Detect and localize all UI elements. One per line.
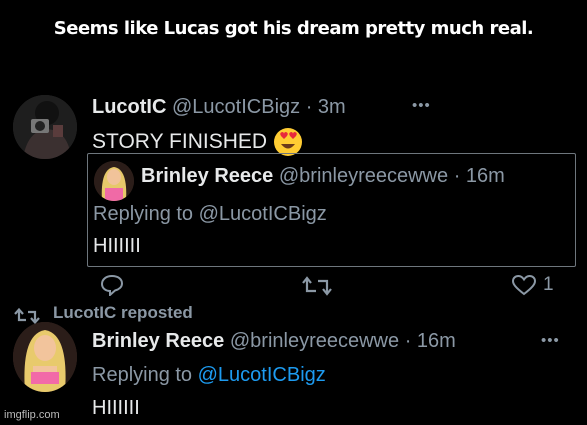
brinley-avatar[interactable] [13, 322, 77, 392]
meme-caption: Seems like Lucas got his dream pretty mu… [53, 18, 534, 39]
repost-author-name[interactable]: Brinley Reece [92, 330, 224, 352]
brinley-avatar-small [94, 161, 134, 201]
lucotic-avatar[interactable] [13, 95, 77, 159]
quoted-reply-handle: @LucotICBigz [198, 203, 327, 225]
quoted-header: Brinley Reece @brinleyreecewwe · 16m [141, 165, 505, 188]
quoted-reply-line: Replying to @LucotICBigz [93, 203, 327, 226]
like-icon[interactable] [511, 274, 537, 301]
repost-reply-prefix: Replying to [92, 364, 193, 386]
post-text: STORY FINISHED [92, 130, 268, 153]
like-count: 1 [543, 274, 554, 295]
author-handle[interactable]: @LucotICBigz [172, 96, 300, 118]
repost-icon[interactable] [302, 275, 332, 302]
post-header: LucotIC @LucotICBigz · 3m [92, 96, 346, 119]
author-name[interactable]: LucotIC [92, 96, 166, 118]
post-time[interactable]: · 3m [306, 96, 346, 118]
repost-text: HIIIIII [92, 397, 140, 419]
repost-reply-line: Replying to @LucotICBigz [92, 364, 326, 387]
quoted-reply-prefix: Replying to [93, 203, 194, 225]
quoted-author-handle: @brinleyreecewwe [278, 165, 449, 187]
repost-header: Brinley Reece @brinleyreecewwe · 16m [92, 330, 456, 353]
quoted-author-name: Brinley Reece [141, 165, 274, 187]
more-options-button[interactable]: ••• [412, 97, 431, 114]
quoted-time: · 16m [453, 165, 505, 187]
reply-icon[interactable] [100, 274, 124, 301]
repost-reply-handle-link[interactable]: @LucotICBigz [198, 364, 326, 386]
reposted-label[interactable]: LucotIC reposted [53, 303, 193, 323]
repost-time[interactable]: · 16m [405, 330, 456, 352]
repost-author-handle[interactable]: @brinleyreecewwe [230, 330, 399, 352]
repost-more-options-button[interactable]: ••• [541, 332, 560, 349]
watermark: imgflip.com [4, 409, 60, 421]
quoted-text: HIIIIII [93, 235, 141, 257]
